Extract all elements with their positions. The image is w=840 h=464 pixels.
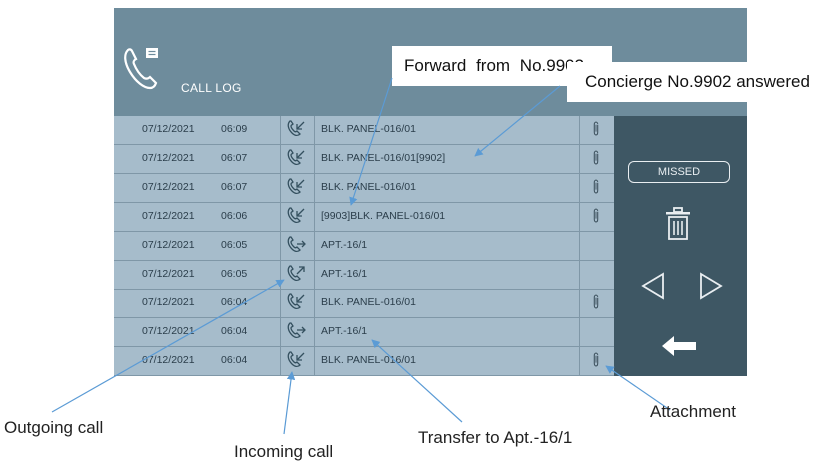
caller-name: BLK. PANEL-016/01[9902] bbox=[321, 151, 446, 164]
transfer-label: Transfer to Apt.-16/1 bbox=[418, 428, 573, 447]
caller-name: APT.-16/1 bbox=[321, 325, 368, 338]
next-page-icon[interactable] bbox=[695, 271, 725, 301]
call-log-row[interactable]: 07/12/2021 06:05 APT.-16/1 bbox=[114, 232, 614, 261]
incoming-arrow bbox=[283, 371, 296, 435]
call-date: 07/12/2021 bbox=[142, 354, 195, 367]
attachment-icon[interactable] bbox=[590, 149, 604, 167]
call-log-row[interactable]: 07/12/2021 06:05 APT.-16/1 bbox=[114, 261, 614, 290]
transfer-call-icon bbox=[280, 321, 314, 341]
call-date: 07/12/2021 bbox=[142, 267, 195, 280]
call-time: 06:06 bbox=[221, 209, 248, 222]
call-log-row[interactable]: 07/12/2021 06:09 BLK. PANEL-016/01 bbox=[114, 116, 614, 145]
call-time: 06:07 bbox=[221, 180, 248, 193]
incoming-call-icon bbox=[280, 206, 314, 226]
trash-icon[interactable] bbox=[664, 207, 692, 241]
caller-name: BLK. PANEL-016/01 bbox=[321, 296, 416, 309]
attachment-label: Attachment bbox=[650, 402, 736, 421]
call-log-row[interactable]: 07/12/2021 06:07 BLK. PANEL-016/01 bbox=[114, 174, 614, 203]
call-log-icon bbox=[124, 48, 158, 90]
call-log-row[interactable]: 07/12/2021 06:04 BLK. PANEL-016/01 bbox=[114, 347, 614, 377]
attachment-icon[interactable] bbox=[590, 178, 604, 196]
incoming-call-label: Incoming call bbox=[234, 442, 334, 461]
caller-name: BLK. PANEL-016/01 bbox=[321, 354, 416, 367]
call-log-row[interactable]: 07/12/2021 06:04 APT.-16/1 bbox=[114, 318, 614, 348]
call-log-row[interactable]: 07/12/2021 06:04 BLK. PANEL-016/01 bbox=[114, 289, 614, 319]
incoming-call-icon bbox=[280, 350, 314, 370]
outgoing-call-label: Outgoing call bbox=[4, 418, 104, 437]
call-time: 06:04 bbox=[221, 354, 248, 367]
previous-page-icon[interactable] bbox=[639, 271, 669, 301]
incoming-call-icon bbox=[280, 177, 314, 197]
action-panel: MISSED bbox=[614, 116, 747, 376]
incoming-call-icon bbox=[280, 119, 314, 139]
call-date: 07/12/2021 bbox=[142, 151, 195, 164]
call-log-screen: CALL LOG 07/12/2021 06:09 BLK. PANEL-016/0… bbox=[114, 8, 840, 377]
call-list[interactable]: 07/12/2021 06:09 BLK. PANEL-016/01 07/12/20… bbox=[114, 116, 614, 377]
attachment-icon[interactable] bbox=[590, 120, 604, 138]
call-time: 06:09 bbox=[221, 123, 248, 135]
call-time: 06:05 bbox=[221, 238, 248, 251]
incoming-call-icon bbox=[280, 292, 314, 312]
call-date: 07/12/2021 bbox=[142, 123, 195, 135]
back-arrow-icon[interactable] bbox=[661, 335, 697, 357]
call-date: 07/12/2021 bbox=[142, 180, 195, 193]
caller-name: BLK. PANEL-016/01 bbox=[321, 123, 416, 135]
incoming-call-icon bbox=[280, 148, 314, 168]
missed-filter-button[interactable]: MISSED bbox=[628, 161, 730, 183]
call-date: 07/12/2021 bbox=[142, 296, 195, 309]
caller-name: [9903]BLK. PANEL-016/01 bbox=[321, 209, 446, 222]
transfer-call-icon bbox=[280, 235, 314, 255]
call-time: 06:05 bbox=[221, 267, 248, 280]
call-date: 07/12/2021 bbox=[142, 238, 195, 251]
attachment-icon[interactable] bbox=[590, 207, 604, 225]
concierge-callout: Concierge No.9902 answered bbox=[567, 62, 840, 102]
attachment-icon[interactable] bbox=[590, 351, 604, 369]
call-date: 07/12/2021 bbox=[142, 325, 195, 338]
call-time: 06:07 bbox=[221, 151, 248, 164]
outgoing-call-icon bbox=[280, 264, 314, 284]
page-title: CALL LOG bbox=[181, 81, 242, 95]
attachment-icon[interactable] bbox=[590, 293, 604, 311]
call-log-row[interactable]: 07/12/2021 06:06 [9903]BLK. PANEL-016/01 bbox=[114, 203, 614, 232]
caller-name: APT.-16/1 bbox=[321, 238, 368, 251]
caller-name: APT.-16/1 bbox=[321, 267, 368, 280]
call-time: 06:04 bbox=[221, 296, 248, 309]
call-time: 06:04 bbox=[221, 325, 248, 338]
call-date: 07/12/2021 bbox=[142, 209, 195, 222]
caller-name: BLK. PANEL-016/01 bbox=[321, 180, 416, 193]
call-log-row[interactable]: 07/12/2021 06:07 BLK. PANEL-016/01[9902] bbox=[114, 145, 614, 174]
